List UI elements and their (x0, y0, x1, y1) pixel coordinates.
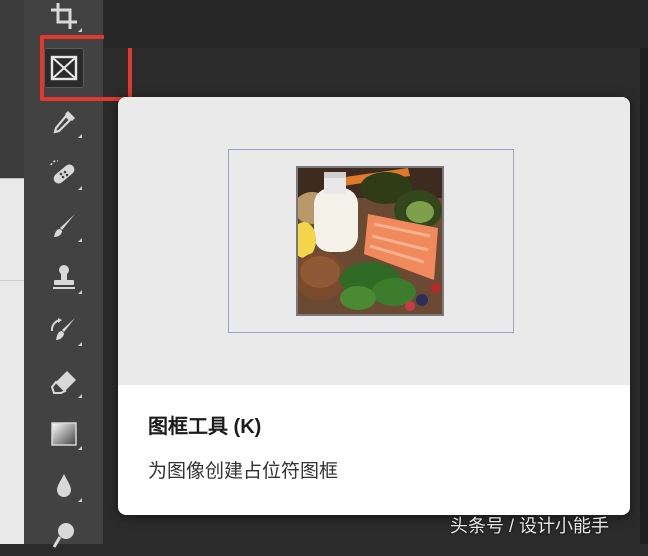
gradient-icon (51, 422, 77, 446)
history-brush-icon (50, 318, 75, 340)
history-brush-tool[interactable] (44, 310, 84, 350)
crop-icon (51, 3, 77, 29)
tooltip-title: 图框工具 (K) (148, 416, 262, 438)
blur-drop-icon (57, 474, 71, 497)
eyedropper-tool[interactable] (44, 102, 84, 142)
tool-group-indicator (78, 28, 82, 32)
preview-image (296, 166, 444, 316)
left-panel-divider (0, 178, 24, 179)
tool-group-indicator (78, 498, 82, 502)
left-panel-divider (0, 280, 24, 281)
tool-group-indicator (78, 342, 82, 346)
tooltip-description: 为图像创建占位符图框 (148, 461, 339, 482)
eraser-icon (50, 371, 76, 394)
tool-group-indicator (78, 290, 82, 294)
spot-healing-tool[interactable] (44, 154, 84, 194)
watermark: 头条号 / 设计小能手 (450, 516, 610, 536)
spot-healing-brush-icon (50, 160, 75, 184)
left-panel-content (0, 178, 24, 544)
tooltip-preview (118, 97, 630, 385)
tool-group-indicator (78, 186, 82, 190)
brush-icon (54, 214, 75, 237)
brush-tool[interactable] (44, 206, 84, 246)
options-area (104, 0, 648, 48)
blur-tool[interactable] (44, 466, 84, 506)
tool-group-indicator (78, 446, 82, 450)
clone-stamp-icon (53, 265, 75, 289)
dodge-tool[interactable] (44, 516, 84, 556)
tool-tooltip: 图框工具 (K) 为图像创建占位符图框 (118, 97, 630, 515)
tool-group-indicator (78, 238, 82, 242)
gradient-tool[interactable] (44, 414, 84, 454)
clone-stamp-tool[interactable] (44, 258, 84, 298)
crop-tool[interactable] (44, 0, 84, 36)
eyedropper-icon (53, 111, 75, 134)
canvas-edge (640, 48, 648, 544)
tools-panel (24, 0, 132, 548)
dodge-icon (52, 523, 74, 548)
tool-group-indicator (78, 134, 82, 138)
tool-group-indicator (78, 394, 82, 398)
eraser-tool[interactable] (44, 362, 84, 402)
